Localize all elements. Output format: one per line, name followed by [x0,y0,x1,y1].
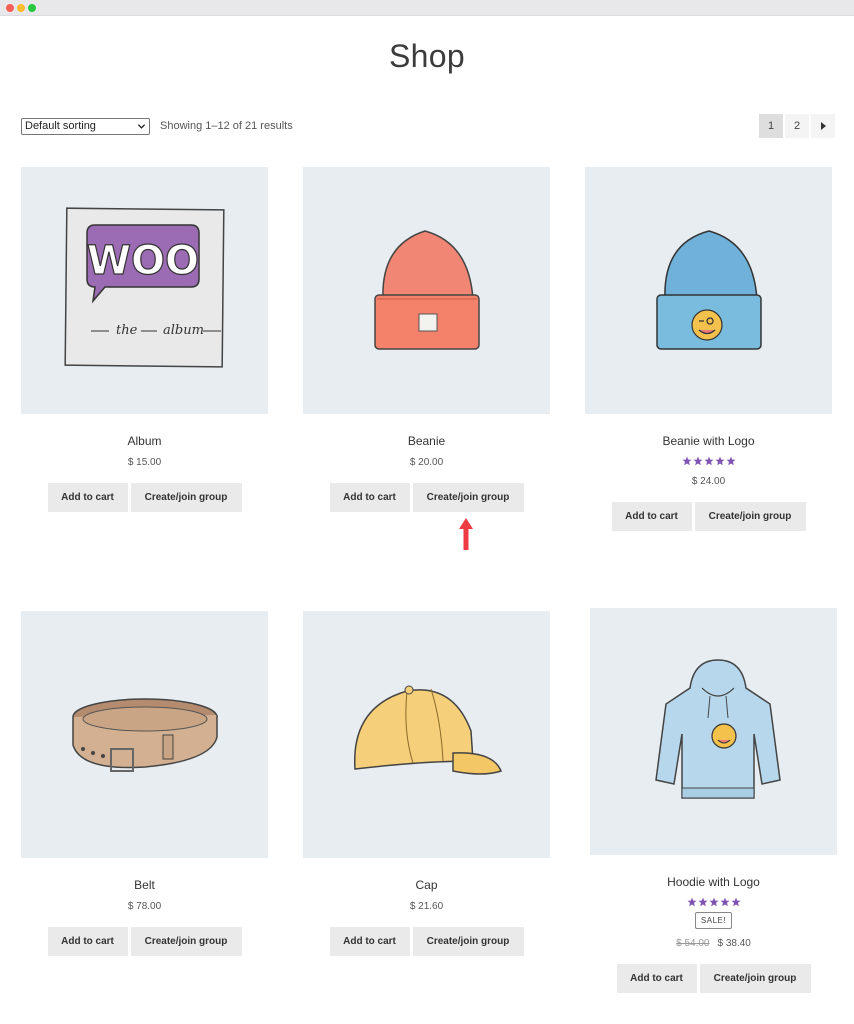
product-image-cap[interactable] [303,611,550,858]
beanie-logo-illustration [656,230,762,350]
star-icon [731,897,740,907]
star-icon [687,897,696,907]
add-to-cart-button[interactable]: Add to cart [616,964,697,993]
product-name[interactable]: Album [21,434,268,448]
product-price: $ 15.00 [127,457,162,468]
svg-text:album: album [163,323,204,338]
add-to-cart-button[interactable]: Add to cart [47,483,128,512]
svg-text:WOO: WOO [87,238,199,284]
product-name[interactable]: Belt [21,878,268,892]
product-name[interactable]: Beanie [303,434,550,448]
create-join-group-button[interactable]: Create/join group [694,502,806,531]
product-image-album[interactable]: WOO the album [21,167,268,414]
product-card-hoodie-with-logo: Hoodie with Logo SALE! $ 54.00 $ 38.40 Ad… [590,608,837,993]
star-icon [715,456,724,466]
create-join-group-button[interactable]: Create/join group [412,927,524,956]
page-title: Shop [389,38,465,74]
sort-select[interactable]: Default sorting [21,118,150,135]
star-icon [693,456,702,466]
product-name[interactable]: Hoodie with Logo [590,875,837,889]
create-join-group-button[interactable]: Create/join group [130,927,242,956]
svg-text:the: the [116,323,138,338]
star-icon [726,456,735,466]
add-to-cart-button[interactable]: Add to cart [47,927,128,956]
minimize-window-dot[interactable] [17,4,25,12]
sale-price: $ 38.40 [717,938,751,949]
add-to-cart-button[interactable]: Add to cart [329,483,410,512]
product-image-beanie[interactable] [303,167,550,414]
product-image-belt[interactable] [21,611,268,858]
create-join-group-button[interactable]: Create/join group [699,964,811,993]
product-name[interactable]: Beanie with Logo [585,434,832,448]
product-image-beanie-with-logo[interactable] [585,167,832,414]
product-card-beanie-with-logo: Beanie with Logo $ 24.00 Add to cart Cre… [585,167,832,531]
red-arrow-up-icon [459,518,473,550]
product-price: $ 20.00 [409,457,444,468]
pagination-next-button[interactable] [811,114,835,138]
sort-select-value: Default sorting [25,120,96,132]
star-icon [709,897,718,907]
sale-badge: SALE! [694,912,733,929]
product-price: $ 21.60 [409,901,444,912]
product-card-belt: Belt $ 78.00 Add to cart Create/join gro… [21,611,268,956]
star-rating [585,456,832,467]
original-price: $ 54.00 [676,938,710,949]
star-icon [698,897,707,907]
star-rating [590,897,837,908]
product-price: $ 54.00 $ 38.40 [590,938,837,950]
cap-illustration [354,685,502,775]
belt-illustration [72,698,218,772]
maximize-window-dot[interactable] [28,4,36,12]
product-price: $ 24.00 [691,476,726,487]
product-price: $ 78.00 [127,901,162,912]
pagination-page-1[interactable]: 1 [759,114,783,138]
star-icon [704,456,713,466]
create-join-group-button[interactable]: Create/join group [412,483,524,512]
product-card-cap: Cap $ 21.60 Add to cart Create/join grou… [303,611,550,956]
album-illustration: WOO the album [64,207,225,368]
product-image-hoodie-with-logo[interactable] [590,608,837,855]
add-to-cart-button[interactable]: Add to cart [611,502,692,531]
product-card-album: WOO the album Album $ 15.00 Add to cart … [21,167,268,512]
beanie-illustration [374,230,480,350]
pagination-page-2[interactable]: 2 [785,114,809,138]
product-card-beanie: Beanie $ 20.00 Add to cart Create/join g… [303,167,550,512]
star-icon [720,897,729,907]
close-window-dot[interactable] [6,4,14,12]
star-icon [682,456,691,466]
create-join-group-button[interactable]: Create/join group [130,483,242,512]
browser-chrome [0,0,854,16]
product-name[interactable]: Cap [303,878,550,892]
hoodie-illustration [655,659,781,799]
chevron-down-icon [137,124,146,129]
chevron-right-icon [820,122,826,130]
add-to-cart-button[interactable]: Add to cart [329,927,410,956]
result-count: Showing 1–12 of 21 results [160,120,293,132]
